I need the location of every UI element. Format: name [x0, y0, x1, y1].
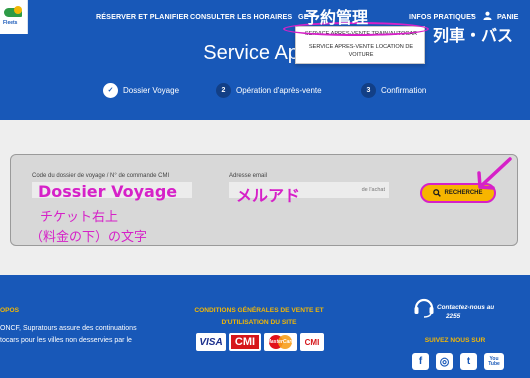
- search-icon: [433, 189, 442, 197]
- step-number: 2: [216, 82, 231, 98]
- step-number: 3: [361, 82, 376, 98]
- step-operation-apres-vente: 2 Opération d'après-vente: [216, 82, 322, 98]
- annotation-arrow-icon: [477, 157, 512, 190]
- twitter-icon[interactable]: t: [460, 353, 477, 370]
- nav-practical-info[interactable]: INFOS PRATIQUES: [409, 12, 476, 21]
- headset-icon: [414, 298, 434, 318]
- cmi-small-logo: CMI: [300, 333, 324, 351]
- logo-sun-shape: [14, 6, 22, 14]
- nav-schedules[interactable]: CONSULTER LES HORAIRES: [190, 12, 292, 21]
- annotation-reservation-management: 予約管理: [304, 8, 369, 27]
- cmi-logo: CMI: [229, 333, 261, 351]
- visa-logo: VISA: [196, 333, 226, 351]
- mastercard-wordmark: MasterCard: [266, 339, 295, 345]
- step-confirmation: 3 Confirmation: [361, 82, 426, 98]
- step-label: Confirmation: [381, 85, 427, 95]
- annotation-dossier-voyage: Dossier Voyage: [38, 182, 178, 201]
- instagram-icon[interactable]: ◎: [436, 353, 453, 370]
- email-label: Adresse email: [229, 173, 268, 179]
- step-dossier-voyage: ✓ Dossier Voyage: [103, 82, 179, 98]
- youtube-icon[interactable]: You Tube: [484, 353, 504, 370]
- cart-link[interactable]: PANIE: [497, 12, 518, 21]
- footer-about-text-line2: tocars pour les villes non desservies pa…: [0, 337, 132, 344]
- nav-reserve-plan[interactable]: RÉSERVER ET PLANIFIER: [96, 12, 189, 21]
- annotation-train-bus: 列車・バス: [433, 26, 514, 45]
- footer-cgv-link[interactable]: CONDITIONS GÉNÉRALES DE VENTE ET: [184, 307, 334, 314]
- logo[interactable]: Fleets: [0, 0, 28, 34]
- dossier-code-label: Code du dossier de voyage / N° de comman…: [32, 173, 170, 179]
- step-label: Opération d'après-vente: [236, 85, 322, 95]
- facebook-icon[interactable]: f: [412, 353, 429, 370]
- annotation-below-price: （料金の下）の文字: [30, 230, 148, 245]
- footer-cgv-link-line2[interactable]: D'UTILISATION DU SITE: [184, 319, 334, 326]
- footer-contact-number[interactable]: 2255: [446, 313, 460, 320]
- step-label: Dossier Voyage: [123, 85, 180, 95]
- mastercard-logo: MasterCard: [264, 333, 297, 351]
- logo-wordmark: Fleets: [3, 20, 18, 26]
- footer-contact-text: Contactez-nous au: [437, 304, 495, 311]
- check-icon: ✓: [103, 82, 118, 98]
- annotation-email: メルアド: [236, 186, 301, 205]
- footer-follow-heading: SUIVEZ NOUS SUR: [424, 337, 486, 344]
- user-icon[interactable]: [483, 11, 492, 20]
- menu-item-car-rental-line2[interactable]: VOITURE: [296, 51, 426, 59]
- menu-item-car-rental[interactable]: SERVICE APRES-VENTE LOCATION DE: [296, 43, 426, 51]
- annotation-ticket-top-right: チケット右上: [40, 210, 119, 225]
- chevron-down-icon[interactable]: ▾: [471, 12, 474, 19]
- footer-about-text-line1: ONCF, Supratours assure des continuation…: [0, 325, 137, 332]
- footer-about-heading: OPOS: [0, 307, 20, 314]
